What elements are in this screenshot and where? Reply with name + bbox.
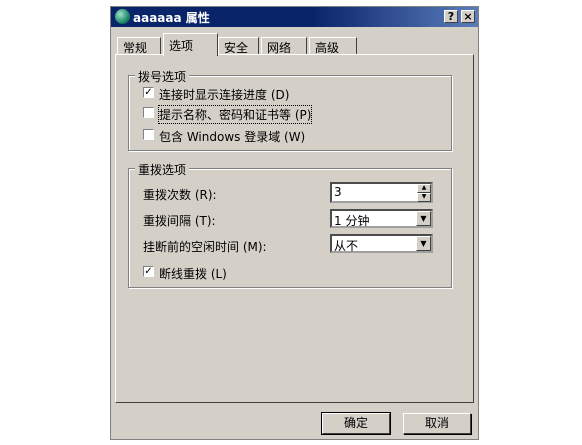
close-button[interactable]: × — [461, 10, 475, 23]
tab-networking[interactable]: 网络 — [261, 37, 307, 55]
idle-time-dropdown[interactable]: 从不 ▼ — [330, 234, 433, 253]
dialing-options-group: 拨号选项 ✓ 连接时显示连接进度 (D) 提示名称、密码和证书等 (P) 包含 … — [128, 68, 452, 151]
tab-options[interactable]: 选项 — [163, 33, 218, 56]
redial-on-drop-checkbox[interactable]: ✓ — [143, 266, 154, 277]
redial-interval-label: 重拨间隔 (T): — [143, 214, 216, 228]
spin-down-icon[interactable]: ▼ — [417, 193, 431, 202]
prompt-credentials-checkbox[interactable] — [143, 107, 154, 118]
redial-options-group: 重拨选项 重拨次数 (R): 3 ▲ ▼ 重拨间隔 (T): 1 分钟 ▼ 挂断… — [128, 161, 452, 288]
show-progress-checkbox[interactable]: ✓ — [143, 87, 154, 98]
idle-time-label: 挂断前的空闲时间 (M): — [143, 240, 267, 254]
tab-strip: 常规 选项 安全 网络 高级 — [115, 33, 475, 56]
redial-attempts-spin-buttons: ▲ ▼ — [417, 184, 431, 202]
ok-button[interactable]: 确定 — [321, 412, 391, 435]
redial-options-title: 重拨选项 — [135, 161, 190, 178]
include-domain-label: 包含 Windows 登录域 (W) — [159, 130, 306, 144]
redial-interval-dropdown[interactable]: 1 分钟 ▼ — [330, 209, 433, 228]
idle-time-value: 从不 — [334, 239, 359, 253]
chevron-down-icon[interactable]: ▼ — [416, 211, 431, 226]
network-connection-icon — [115, 9, 130, 24]
options-tab-page: 拨号选项 ✓ 连接时显示连接进度 (D) 提示名称、密码和证书等 (P) 包含 … — [115, 54, 474, 403]
window-title: aaaaaa 属性 — [133, 11, 210, 25]
dialing-options-title: 拨号选项 — [135, 68, 190, 85]
include-domain-checkbox[interactable] — [143, 129, 154, 140]
spin-up-icon[interactable]: ▲ — [417, 184, 431, 193]
tab-advanced[interactable]: 高级 — [309, 37, 357, 55]
redial-attempts-label: 重拨次数 (R): — [143, 188, 217, 202]
properties-dialog: aaaaaa 属性 ? × 常规 选项 安全 网络 高级 拨号选项 ✓ 连接时显… — [110, 6, 479, 440]
redial-attempts-spinner[interactable]: 3 ▲ ▼ — [330, 182, 433, 203]
title-bar[interactable]: aaaaaa 属性 ? × — [111, 7, 478, 27]
cancel-button[interactable]: 取消 — [403, 413, 471, 434]
show-progress-label: 连接时显示连接进度 (D) — [159, 88, 290, 102]
tab-general[interactable]: 常规 — [117, 37, 161, 55]
redial-on-drop-label: 断线重拨 (L) — [159, 267, 227, 281]
chevron-down-icon[interactable]: ▼ — [416, 236, 431, 251]
tab-security[interactable]: 安全 — [218, 37, 259, 55]
redial-interval-value: 1 分钟 — [334, 214, 370, 228]
help-button[interactable]: ? — [444, 10, 458, 23]
prompt-credentials-label: 提示名称、密码和证书等 (P) — [157, 105, 313, 124]
redial-attempts-value: 3 — [334, 185, 342, 199]
